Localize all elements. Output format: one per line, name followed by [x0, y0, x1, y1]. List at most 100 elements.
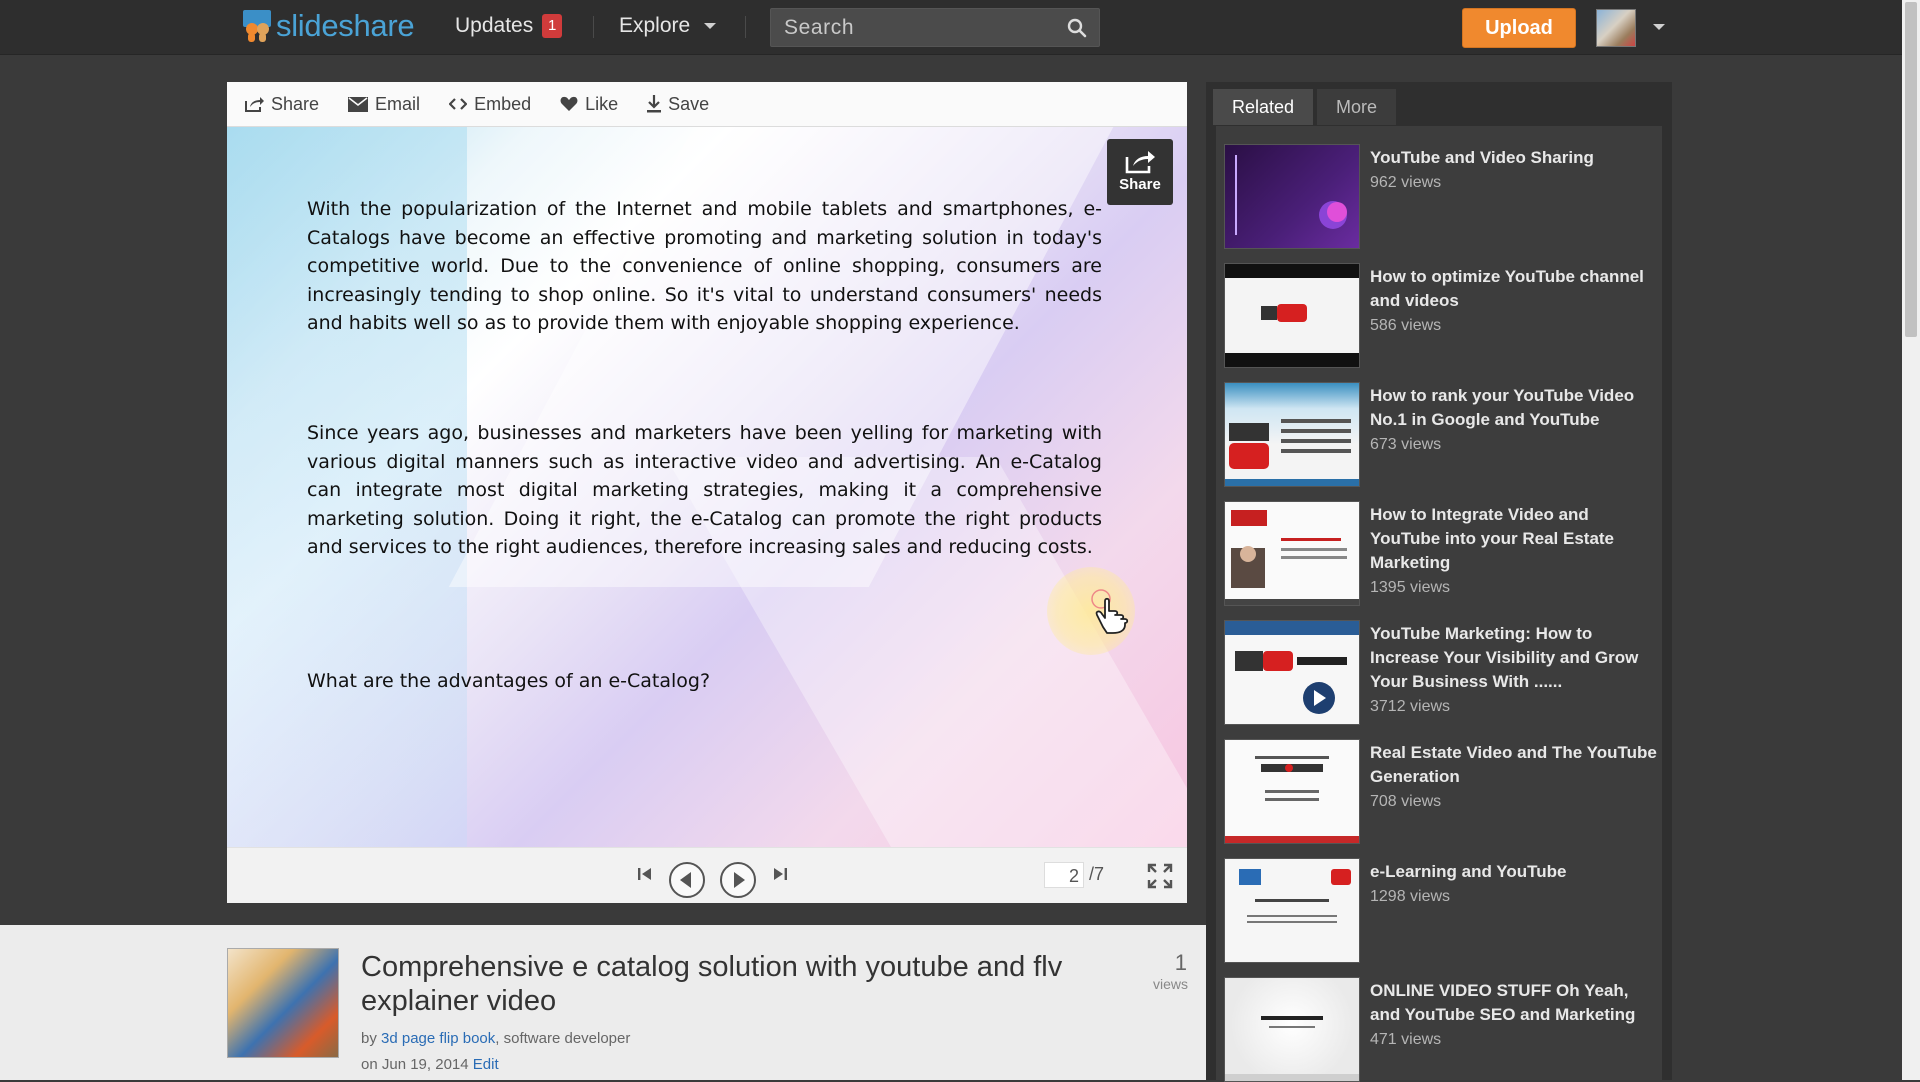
slide-paragraph: What are the advantages of an e-Catalog? — [307, 670, 711, 692]
embed-button[interactable]: Embed — [449, 94, 531, 115]
explore-label: Explore — [619, 14, 691, 37]
related-title: Real Estate Video and The YouTube Genera… — [1370, 743, 1657, 786]
player-controls: 2 /7 — [227, 847, 1187, 903]
upload-date-line: on Jun 19, 2014 Edit — [361, 1056, 499, 1073]
list-item[interactable]: How to Integrate Video and YouTube into … — [1224, 501, 1654, 606]
related-views: 471 views — [1370, 1031, 1442, 1048]
updates-menu[interactable]: Updates 1 — [455, 14, 563, 38]
by-prefix: by — [361, 1030, 377, 1047]
download-icon — [647, 95, 662, 113]
related-title: ONLINE VIDEO STUFF Oh Yeah, and YouTube … — [1370, 981, 1636, 1024]
real-estate-thumbnail — [1224, 501, 1360, 606]
explore-menu[interactable]: Explore — [619, 14, 717, 38]
author-thumbnail[interactable] — [227, 948, 339, 1058]
updates-count-badge: 1 — [542, 14, 563, 38]
email-label: Email — [375, 93, 421, 114]
search-box — [770, 8, 1100, 47]
slide-player: Share Email Embed Like Save With the pop… — [227, 82, 1187, 903]
email-button[interactable]: Email — [348, 94, 420, 115]
author-line: by 3d page flip book, software developer — [361, 1030, 630, 1047]
scrollbar-thumb[interactable] — [1905, 2, 1917, 337]
search-input[interactable] — [771, 9, 1057, 46]
page-number-input[interactable]: 2 — [1044, 862, 1084, 888]
updates-label: Updates — [455, 14, 534, 37]
upload-date: on Jun 19, 2014 — [361, 1056, 469, 1073]
page-scrollbar[interactable] — [1902, 0, 1920, 1080]
logo-icon — [242, 9, 272, 43]
tab-related[interactable]: Related — [1213, 89, 1314, 125]
related-views: 3712 views — [1370, 698, 1451, 715]
related-title: e-Learning and YouTube — [1370, 862, 1567, 881]
youtube-marketing-thumbnail — [1224, 620, 1360, 725]
related-views: 1395 views — [1370, 579, 1451, 596]
code-icon — [449, 98, 468, 110]
nav-divider — [593, 16, 594, 38]
edit-link[interactable]: Edit — [473, 1056, 499, 1073]
author-role: , software developer — [495, 1030, 631, 1047]
related-views: 708 views — [1370, 793, 1442, 810]
list-item[interactable]: How to rank your YouTube Video No.1 in G… — [1224, 382, 1654, 487]
related-views: 586 views — [1370, 317, 1442, 334]
slide-canvas: With the popularization of the Internet … — [227, 127, 1187, 847]
share-label: Share — [271, 93, 320, 114]
views-count: 1 — [1174, 950, 1187, 975]
related-sidebar: Related More YouTube and Video Sharing 9… — [1206, 82, 1672, 1082]
save-button[interactable]: Save — [647, 94, 709, 115]
sidebar-tabs: Related More — [1213, 89, 1400, 125]
play-icon[interactable] — [719, 861, 757, 904]
presentation-title: Comprehensive e catalog solution with yo… — [361, 951, 1063, 1017]
slide-paragraph: With the popularization of the Internet … — [307, 198, 1102, 334]
top-navigation-bar: slideshare Updates 1 Explore Upload — [0, 0, 1902, 55]
avatar[interactable] — [1596, 9, 1636, 47]
logo-text: slideshare — [276, 8, 415, 43]
author-link[interactable]: 3d page flip book — [381, 1030, 495, 1047]
like-button[interactable]: Like — [560, 94, 618, 115]
fullscreen-icon[interactable] — [1147, 863, 1173, 894]
last-slide-icon[interactable] — [772, 866, 788, 887]
share-overlay-label: Share — [1119, 176, 1161, 193]
nav-divider — [745, 16, 746, 38]
total-pages: /7 — [1089, 864, 1105, 884]
upload-button[interactable]: Upload — [1462, 8, 1576, 48]
embed-label: Embed — [474, 93, 532, 114]
related-title: How to Integrate Video and YouTube into … — [1370, 505, 1615, 572]
youtube-logo-thumbnail — [1224, 263, 1360, 368]
list-item[interactable]: YouTube and Video Sharing 962 views — [1224, 144, 1654, 249]
tab-more[interactable]: More — [1317, 89, 1397, 125]
related-views: 962 views — [1370, 174, 1442, 191]
first-slide-icon[interactable] — [637, 866, 653, 887]
share-icon — [245, 97, 264, 112]
heart-icon — [560, 96, 578, 111]
list-item[interactable]: Real Estate Video and The YouTube Genera… — [1224, 739, 1657, 844]
views-label: views — [1152, 976, 1188, 992]
share-overlay-button[interactable]: Share — [1107, 139, 1173, 205]
related-title: How to rank your YouTube Video No.1 in G… — [1370, 386, 1635, 429]
envelope-icon — [348, 96, 369, 112]
related-title: YouTube Marketing: How to Increase Your … — [1370, 624, 1639, 691]
elearning-thumbnail — [1224, 858, 1360, 963]
like-label: Like — [585, 93, 619, 114]
save-label: Save — [668, 93, 710, 114]
list-item[interactable]: How to optimize YouTube channel and vide… — [1224, 263, 1654, 368]
hand-pointer-icon — [1089, 589, 1137, 640]
player-toolbar: Share Email Embed Like Save — [227, 82, 1187, 127]
list-item[interactable]: e-Learning and YouTube 1298 views — [1224, 858, 1654, 963]
slideshare-logo[interactable]: slideshare — [242, 8, 415, 44]
chevron-down-icon — [704, 23, 717, 30]
related-views: 1298 views — [1370, 888, 1451, 905]
related-title: YouTube and Video Sharing — [1370, 148, 1594, 167]
chevron-down-icon[interactable] — [1653, 24, 1665, 30]
list-item[interactable]: YouTube Marketing: How to Increase Your … — [1224, 620, 1654, 725]
online-video-thumbnail — [1224, 977, 1360, 1082]
purple-slide-thumbnail — [1224, 144, 1360, 249]
slide-paragraph: Since years ago, businesses and marketer… — [307, 422, 1102, 558]
previous-slide-icon[interactable] — [668, 861, 706, 904]
list-item[interactable]: ONLINE VIDEO STUFF Oh Yeah, and YouTube … — [1224, 977, 1654, 1082]
share-button[interactable]: Share — [244, 94, 319, 115]
related-views: 673 views — [1370, 436, 1442, 453]
related-list: YouTube and Video Sharing 962 views How … — [1216, 126, 1662, 1082]
real-estate-video-thumbnail — [1224, 739, 1360, 844]
youtube-guide-thumbnail — [1224, 382, 1360, 487]
related-title: How to optimize YouTube channel and vide… — [1370, 267, 1644, 310]
search-icon[interactable] — [1067, 18, 1087, 43]
